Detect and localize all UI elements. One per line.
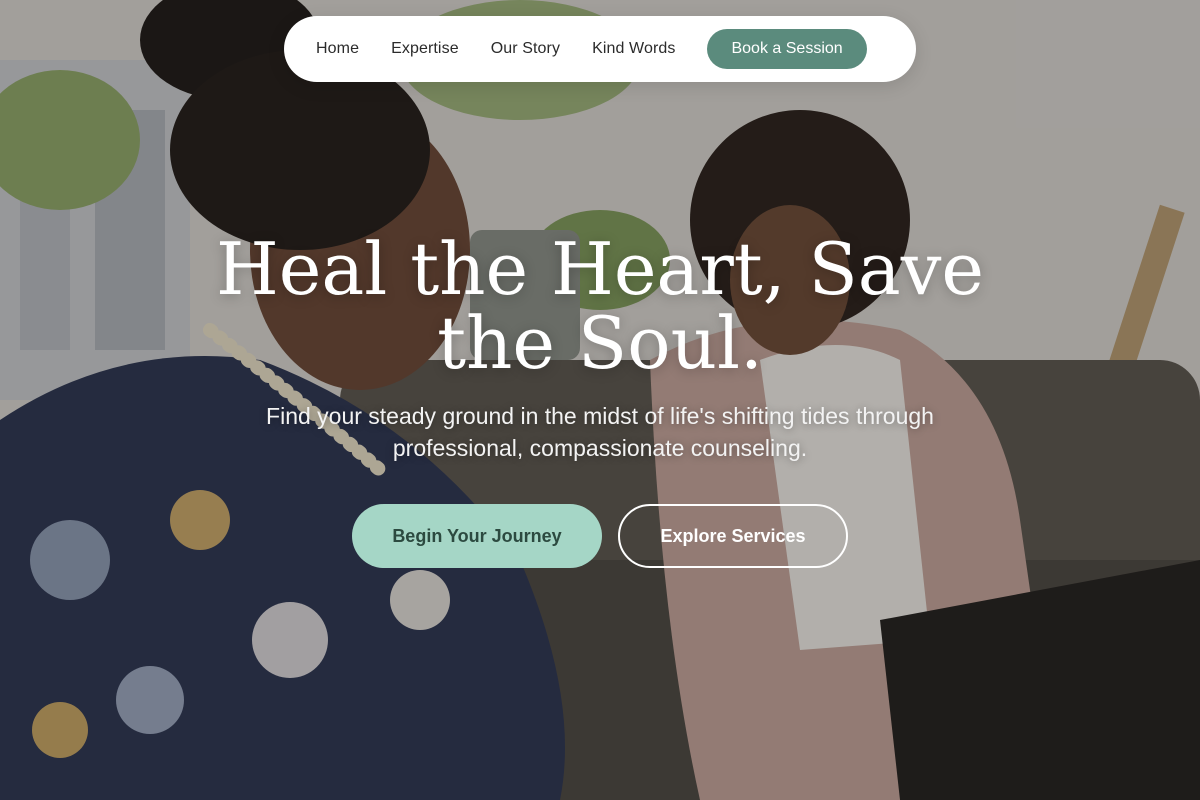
- hero-title: Heal the Heart, Save the Soul.: [215, 227, 985, 385]
- nav-link-expertise[interactable]: Expertise: [391, 40, 459, 58]
- begin-journey-button[interactable]: Begin Your Journey: [352, 504, 602, 568]
- nav-link-kind-words[interactable]: Kind Words: [592, 40, 675, 58]
- explore-services-button[interactable]: Explore Services: [618, 504, 848, 568]
- book-session-button[interactable]: Book a Session: [707, 29, 867, 69]
- hero-subtitle: Find your steady ground in the midst of …: [266, 403, 934, 461]
- top-navigation: Home Expertise Our Story Kind Words Book…: [284, 16, 916, 82]
- nav-link-our-story[interactable]: Our Story: [491, 40, 560, 58]
- nav-link-home[interactable]: Home: [316, 40, 359, 58]
